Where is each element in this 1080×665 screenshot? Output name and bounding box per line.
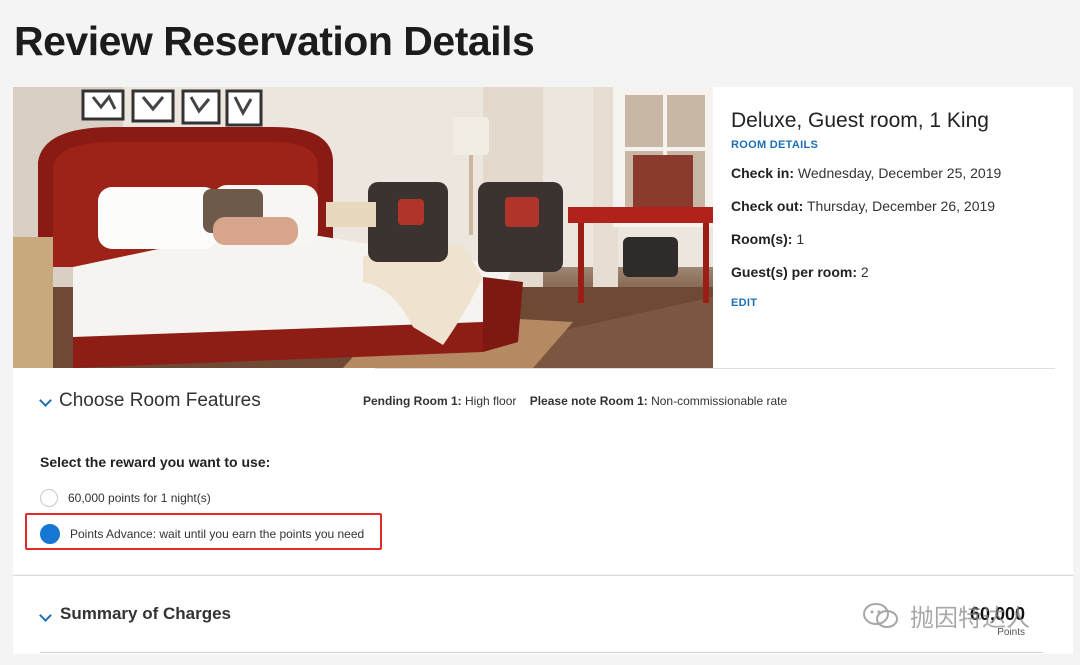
divider <box>40 652 1043 653</box>
reward-option-label[interactable]: 60,000 points for 1 night(s) <box>68 491 211 505</box>
rooms-value: 1 <box>796 231 805 247</box>
room-details-panel: Deluxe, Guest room, 1 King ROOM DETAILS … <box>731 109 1061 309</box>
watermark: 抛因特达人 <box>862 598 1030 633</box>
note-label: Please note Room 1: <box>529 394 648 408</box>
rooms-label: Room(s): <box>731 231 793 247</box>
room-details-link[interactable]: ROOM DETAILS <box>731 139 1061 151</box>
watermark-text: 抛因特达人 <box>910 605 1030 632</box>
room-photo <box>13 87 713 368</box>
check-in-label: Check in: <box>731 165 795 181</box>
radio-button[interactable] <box>40 489 58 507</box>
chevron-down-icon[interactable] <box>39 609 52 622</box>
room-features-row[interactable]: Choose Room Features Pending Room 1: Hig… <box>39 390 1039 414</box>
check-in-value: Wednesday, December 25, 2019 <box>797 165 1002 181</box>
check-out-label: Check out: <box>731 198 804 214</box>
check-in-line: Check in: Wednesday, December 25, 2019 <box>731 165 1061 181</box>
page-title: Review Reservation Details <box>14 18 535 64</box>
chevron-down-icon[interactable] <box>39 394 52 407</box>
guests-line: Guest(s) per room: 2 <box>731 264 1061 280</box>
guests-value: 2 <box>860 264 869 280</box>
summary-title[interactable]: Summary of Charges <box>60 604 231 624</box>
reward-option-points-advance[interactable]: Points Advance: wait until you earn the … <box>40 523 364 545</box>
reward-option-points[interactable]: 60,000 points for 1 night(s) <box>40 487 211 509</box>
radio-button-selected[interactable] <box>40 524 60 544</box>
room-features-title[interactable]: Choose Room Features <box>59 390 261 412</box>
rooms-line: Room(s): 1 <box>731 231 1061 247</box>
pending-preferences: Pending Room 1: High floor Please note R… <box>363 394 787 408</box>
divider <box>375 368 1055 369</box>
pending-value: High floor <box>465 394 517 408</box>
reward-label: Select the reward you want to use: <box>40 454 271 470</box>
room-name: Deluxe, Guest room, 1 King <box>731 109 989 132</box>
wechat-icon <box>863 602 898 628</box>
check-out-value: Thursday, December 26, 2019 <box>806 198 996 214</box>
note-value: Non-commissionable rate <box>651 394 788 408</box>
pending-label: Pending Room 1: <box>363 394 462 408</box>
check-out-line: Check out: Thursday, December 26, 2019 <box>731 198 1061 214</box>
edit-link[interactable]: EDIT <box>731 297 1061 309</box>
reward-option-label[interactable]: Points Advance: wait until you earn the … <box>70 527 364 541</box>
guests-label: Guest(s) per room: <box>731 264 858 280</box>
reservation-card: Deluxe, Guest room, 1 King ROOM DETAILS … <box>13 87 1073 574</box>
